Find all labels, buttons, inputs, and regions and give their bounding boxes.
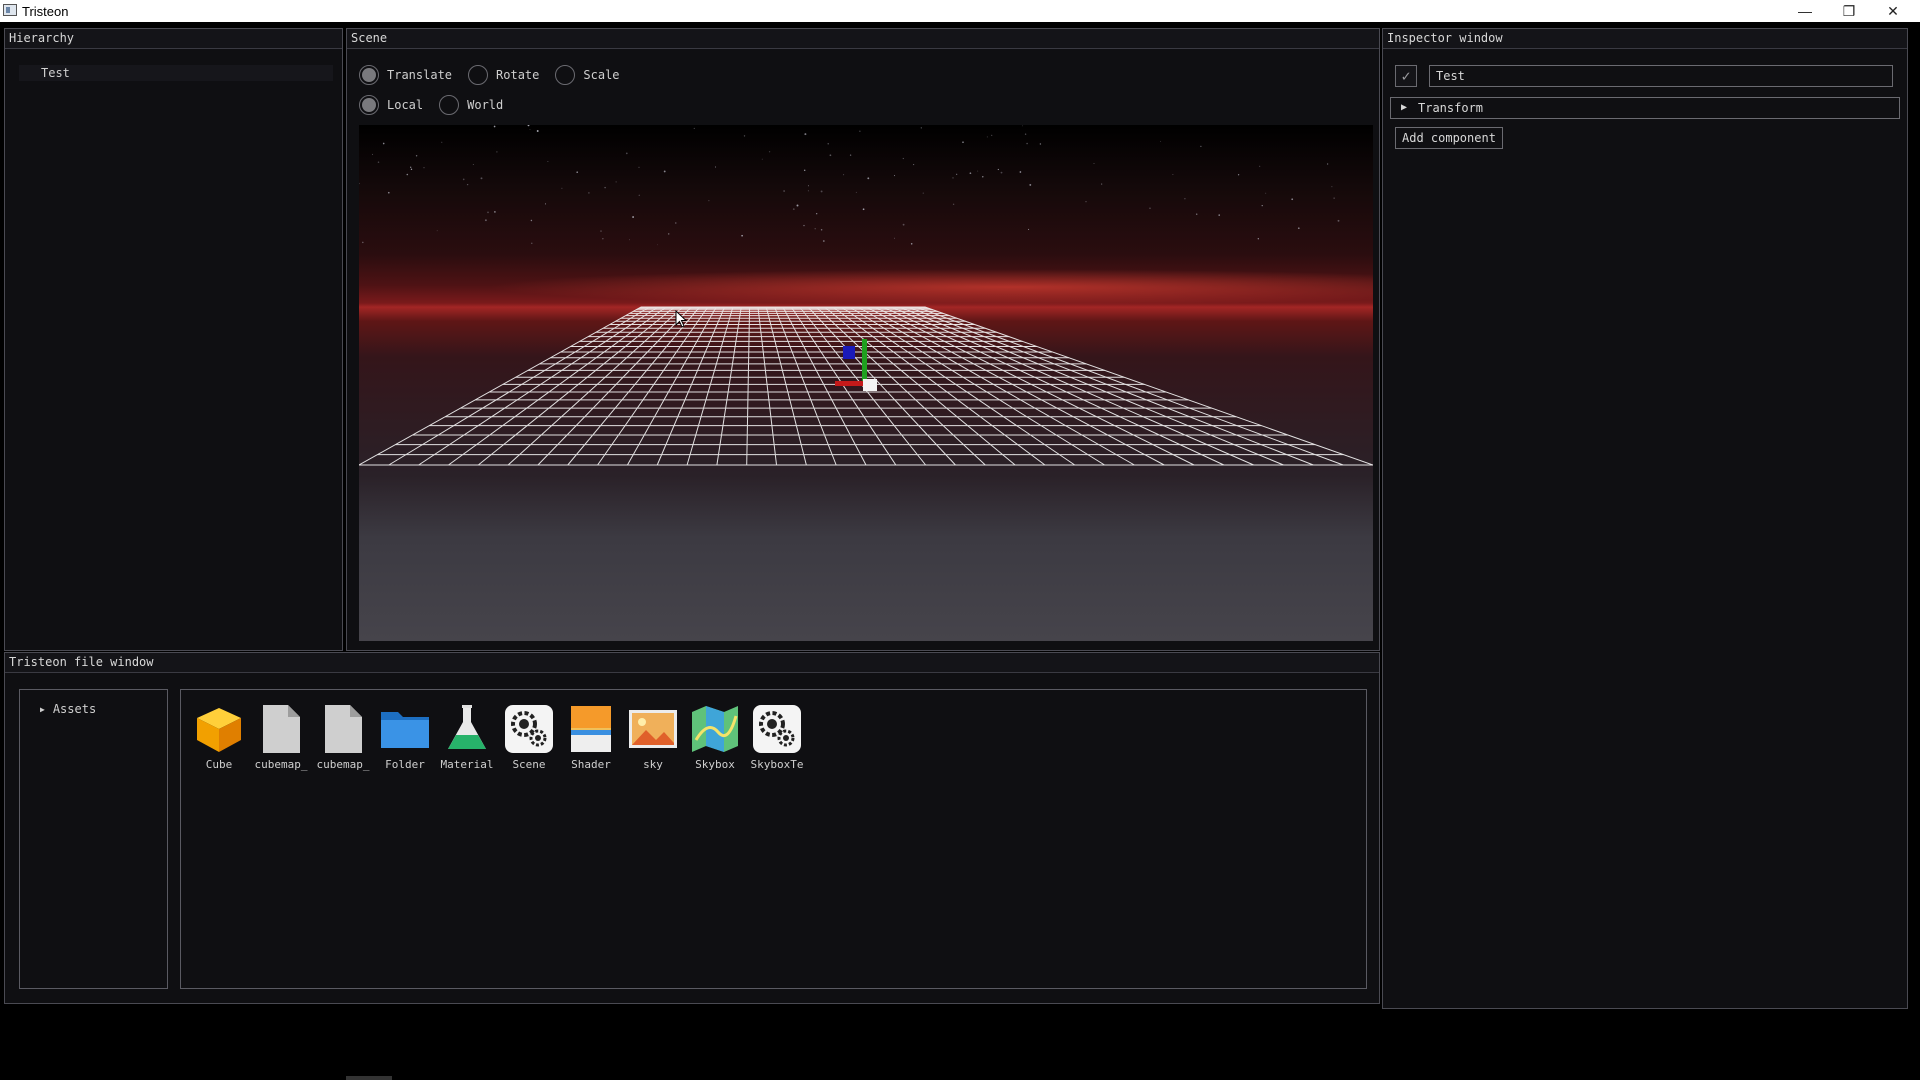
flask-icon xyxy=(440,702,494,756)
asset-label: sky xyxy=(643,758,663,771)
asset-cubemap-1[interactable]: cubemap_ xyxy=(250,702,312,771)
gizmo-x-axis[interactable] xyxy=(835,381,865,386)
add-component-button[interactable]: Add component xyxy=(1395,127,1503,149)
object-name-field[interactable]: Test xyxy=(1429,65,1893,87)
radio-rotate[interactable]: Rotate xyxy=(468,65,539,85)
folder-tree: ▶ Assets xyxy=(19,689,168,989)
radio-scale-label: Scale xyxy=(583,68,620,82)
asset-label: Material xyxy=(440,758,494,771)
radio-local[interactable]: Local xyxy=(359,95,423,115)
close-button[interactable]: ✕ xyxy=(1870,0,1916,22)
radio-rotate-label: Rotate xyxy=(496,68,540,82)
asset-skyboxte[interactable]: SkyboxTe xyxy=(746,702,808,771)
tree-item-assets[interactable]: ▶ Assets xyxy=(40,702,96,716)
tree-item-assets-label: Assets xyxy=(52,702,97,716)
map-icon xyxy=(688,702,742,756)
window-titlebar: Tristeon — ❐ ✕ xyxy=(0,0,1920,22)
scene-viewport[interactable] xyxy=(359,125,1373,641)
asset-label: Cube xyxy=(205,758,233,771)
asset-label: Scene xyxy=(512,758,546,771)
asset-cubemap-2[interactable]: cubemap_ xyxy=(312,702,374,771)
gears-icon xyxy=(502,702,556,756)
transform-component-label: Transform xyxy=(1418,101,1484,115)
radio-local-label: Local xyxy=(387,98,424,112)
inspector-panel: Inspector window ✓ Test ▶ Transform Add … xyxy=(1382,28,1908,1009)
gizmo-z-handle[interactable] xyxy=(843,346,855,359)
image-icon xyxy=(626,702,680,756)
asset-label: cubemap_ xyxy=(316,758,370,771)
radio-world-label: World xyxy=(467,98,504,112)
asset-label: Folder xyxy=(385,758,425,771)
folder-icon xyxy=(378,702,432,756)
object-enabled-checkbox[interactable]: ✓ xyxy=(1395,65,1417,87)
asset-folder[interactable]: Folder xyxy=(374,702,436,771)
radio-scale[interactable]: Scale xyxy=(555,65,620,85)
scene-render xyxy=(359,125,1373,466)
gears-icon xyxy=(750,702,804,756)
asset-material[interactable]: Material xyxy=(436,702,498,771)
radio-world[interactable]: World xyxy=(439,95,503,115)
transform-component-header[interactable]: ▶ Transform xyxy=(1390,97,1900,119)
cube-icon xyxy=(192,702,246,756)
asset-scene[interactable]: Scene xyxy=(498,702,560,771)
expand-triangle-icon: ▶ xyxy=(1401,102,1408,113)
shader-icon xyxy=(564,702,618,756)
gizmo-y-axis[interactable] xyxy=(862,339,867,381)
radio-rotate-dot[interactable] xyxy=(468,65,489,85)
radio-world-dot[interactable] xyxy=(439,95,460,115)
hierarchy-panel: Hierarchy Test xyxy=(4,28,343,651)
taskbar-sliver xyxy=(346,1076,392,1080)
asset-cube[interactable]: Cube xyxy=(188,702,250,771)
minimize-button[interactable]: — xyxy=(1782,0,1828,22)
mouse-cursor-icon xyxy=(675,310,687,328)
star-field xyxy=(359,125,1340,246)
inspector-title: Inspector window xyxy=(1383,29,1907,49)
radio-scale-dot[interactable] xyxy=(555,65,576,85)
transform-mode-group: Translate Rotate Scale xyxy=(359,65,636,85)
asset-label: SkyboxTe xyxy=(750,758,804,771)
space-mode-group: Local World xyxy=(359,95,519,115)
maximize-button[interactable]: ❐ xyxy=(1826,0,1872,22)
file-window-panel: Tristeon file window ▶ Assets Cube cubem… xyxy=(4,652,1380,1004)
asset-sky[interactable]: sky xyxy=(622,702,684,771)
asset-label: Skybox xyxy=(695,758,735,771)
asset-label: Shader xyxy=(571,758,611,771)
asset-skybox[interactable]: Skybox xyxy=(684,702,746,771)
hierarchy-title: Hierarchy xyxy=(5,29,342,49)
app-icon xyxy=(3,4,17,16)
file-icon xyxy=(254,702,308,756)
hierarchy-item-test[interactable]: Test xyxy=(19,65,333,81)
asset-grid: Cube cubemap_ cubemap_ Folder Material S… xyxy=(180,689,1367,989)
horizon-glow xyxy=(489,269,1373,305)
scene-title: Scene xyxy=(347,29,1379,49)
radio-translate-label: Translate xyxy=(387,68,453,82)
radio-translate-dot[interactable] xyxy=(359,65,379,85)
scene-panel: Scene Translate Rotate Scale Local World xyxy=(346,28,1380,651)
window-title: Tristeon xyxy=(22,4,69,19)
radio-local-dot[interactable] xyxy=(359,95,379,115)
file-window-title: Tristeon file window xyxy=(5,653,1379,673)
asset-label: cubemap_ xyxy=(254,758,308,771)
gizmo-center[interactable] xyxy=(863,379,877,391)
file-icon xyxy=(316,702,370,756)
tree-arrow-icon: ▶ xyxy=(40,705,45,714)
asset-shader[interactable]: Shader xyxy=(560,702,622,771)
radio-translate[interactable]: Translate xyxy=(359,65,452,85)
